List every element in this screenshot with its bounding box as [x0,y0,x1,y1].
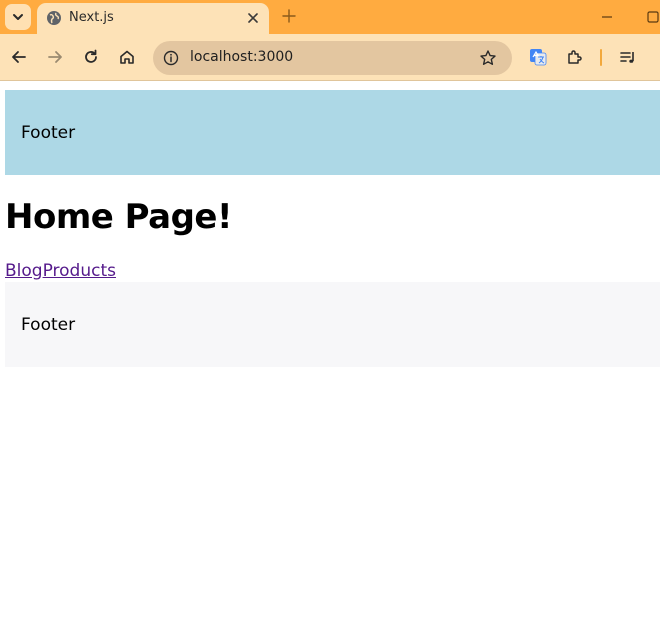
footer-text: Footer [21,314,76,335]
extensions-button[interactable] [565,47,585,67]
bookmark-star-icon[interactable] [479,49,497,67]
page-viewport: Footer Home Page! BlogProducts Footer [0,82,660,630]
tab-strip: Next.js [0,0,660,34]
minimize-icon[interactable] [598,8,616,26]
close-icon[interactable] [245,10,261,26]
address-url[interactable]: localhost:3000 [190,49,293,65]
arrow-right-icon [48,51,62,63]
globe-icon [47,11,61,25]
browser-tab-active[interactable]: Next.js [37,3,269,34]
new-tab-plus-icon[interactable] [280,7,298,25]
home-icon [120,50,134,64]
products-link[interactable]: Products [43,261,116,281]
forward-button[interactable] [45,47,65,67]
toolbar-separator [600,49,602,66]
reading-list-button[interactable] [618,47,638,67]
site-info-icon[interactable] [163,50,179,66]
address-bar[interactable]: localhost:3000 [153,41,512,75]
back-button[interactable] [9,47,29,67]
tab-search-button[interactable] [5,4,31,30]
header-footer-text: Footer [21,122,76,143]
header-footer-block: Footer [5,90,660,175]
translate-button[interactable] [528,47,548,67]
reload-button[interactable] [81,47,101,67]
reload-icon [85,49,97,63]
maximize-icon[interactable] [644,8,660,26]
arrow-left-icon [12,51,26,63]
nav-links: BlogProducts [5,261,116,281]
blog-link[interactable]: Blog [5,261,43,281]
home-button[interactable] [117,47,137,67]
page-title: Home Page! [5,197,233,237]
translate-icon [530,49,547,66]
puzzle-icon [568,50,582,64]
tab-title: Next.js [69,10,114,25]
chevron-down-icon [13,14,23,20]
playlist-music-icon [620,52,634,63]
page-footer: Footer [5,282,660,367]
browser-toolbar: localhost:3000 [0,34,660,81]
